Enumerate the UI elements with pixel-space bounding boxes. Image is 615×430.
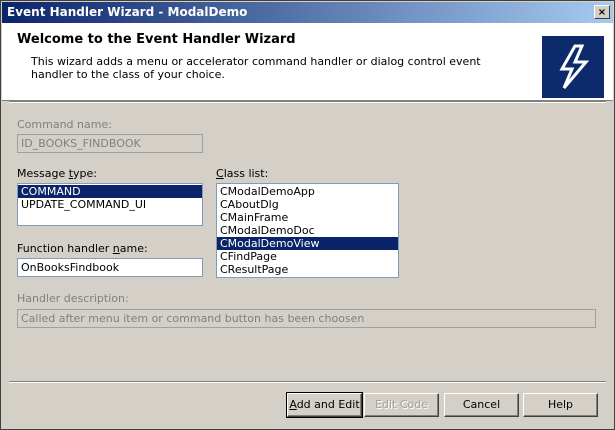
wizard-description: This wizard adds a menu or accelerator c… (31, 55, 481, 81)
class-list-item[interactable]: CMainFrame (217, 211, 398, 224)
lightning-bolt-icon (542, 36, 604, 98)
edit-code-button: Edit Code (364, 393, 439, 417)
class-list-item[interactable]: CModalDemoDoc (217, 224, 398, 237)
class-list-item-selected[interactable]: CModalDemoView (217, 237, 398, 250)
class-list[interactable]: CModalDemoApp CAboutDlg CMainFrame CModa… (216, 183, 399, 278)
message-type-list[interactable]: COMMAND UPDATE_COMMAND_UI (17, 183, 203, 226)
function-handler-label: Function handler name: (17, 242, 148, 255)
event-handler-wizard-window: Event Handler Wizard - ModalDemo × Welco… (0, 0, 615, 430)
message-type-label: Message type: (17, 167, 98, 180)
class-list-item[interactable]: CModalDemoApp (217, 185, 398, 198)
message-type-item-update-command-ui[interactable]: UPDATE_COMMAND_UI (18, 198, 202, 211)
header-separator (9, 101, 606, 103)
handler-description-field: Called after menu item or command button… (17, 309, 596, 328)
class-list-label: Class list: (216, 167, 269, 180)
function-handler-field[interactable]: OnBooksFindbook (17, 258, 203, 277)
handler-description-label: Handler description: (17, 292, 129, 305)
class-list-item[interactable]: CAboutDlg (217, 198, 398, 211)
add-and-edit-button[interactable]: Add and Edit (286, 392, 363, 418)
class-list-item[interactable]: CResultPage (217, 263, 398, 276)
help-button[interactable]: Help (523, 393, 598, 417)
command-name-label: Command name: (17, 118, 112, 131)
message-type-item-command[interactable]: COMMAND (18, 185, 202, 198)
close-button[interactable]: × (594, 5, 610, 19)
cancel-button[interactable]: Cancel (444, 393, 519, 417)
window-title: Event Handler Wizard - ModalDemo (7, 5, 248, 19)
title-bar[interactable]: Event Handler Wizard - ModalDemo × (2, 2, 613, 23)
wizard-title: Welcome to the Event Handler Wizard (17, 32, 296, 47)
wizard-header: Welcome to the Event Handler Wizard This… (2, 23, 613, 101)
footer-separator (9, 381, 606, 383)
class-list-item[interactable]: CFindPage (217, 250, 398, 263)
command-name-field: ID_BOOKS_FINDBOOK (17, 134, 203, 153)
